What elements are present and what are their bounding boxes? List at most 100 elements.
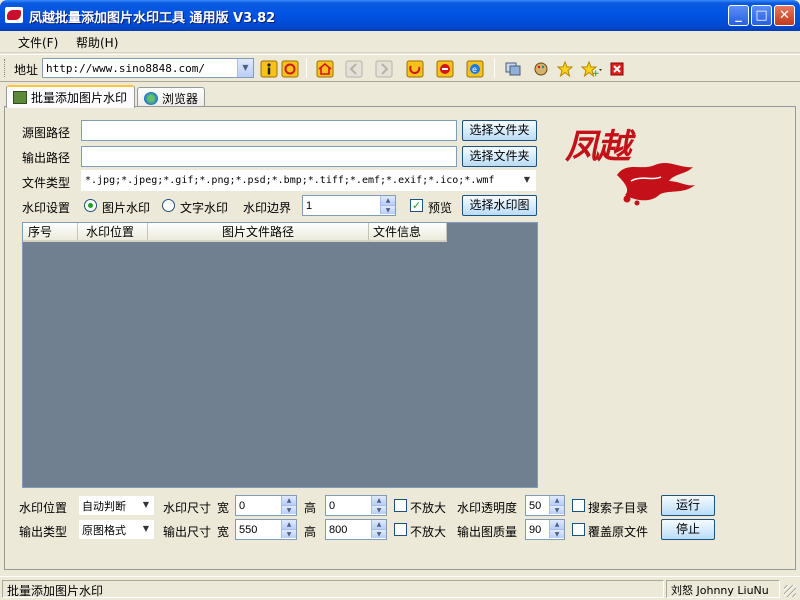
window-button[interactable] xyxy=(502,57,524,79)
chevron-down-icon[interactable]: ▼ xyxy=(519,171,535,190)
menu-help[interactable]: 帮助(H) xyxy=(76,34,118,51)
out-width-input[interactable] xyxy=(236,520,280,539)
watermark-border-input[interactable] xyxy=(303,196,379,215)
maximize-button[interactable]: □ xyxy=(751,5,772,26)
output-type-value[interactable] xyxy=(79,520,139,539)
spin-down-icon[interactable]: ▼ xyxy=(371,505,386,514)
choose-source-folder-button[interactable]: 选择文件夹 xyxy=(462,120,537,141)
tab-browser-label: 浏览器 xyxy=(162,92,199,106)
close-button[interactable]: ✕ xyxy=(774,5,795,26)
opacity-input[interactable] xyxy=(526,496,550,515)
reload-button[interactable] xyxy=(404,57,426,79)
spin-down-icon[interactable]: ▼ xyxy=(549,529,564,538)
wm-position-label: 水印位置 xyxy=(19,501,68,515)
tools-button[interactable] xyxy=(530,57,552,79)
choose-output-folder-button[interactable]: 选择文件夹 xyxy=(462,146,537,167)
out-height-spinner[interactable]: ▲▼ xyxy=(325,519,387,540)
watermark-border-spinner[interactable]: ▲▼ xyxy=(302,195,396,216)
out-no-enlarge-checkbox[interactable] xyxy=(394,523,407,536)
output-path-box[interactable] xyxy=(81,146,457,167)
wm-width-spinner[interactable]: ▲▼ xyxy=(235,495,297,516)
home-button[interactable] xyxy=(314,57,336,79)
preview-checkbox[interactable]: ✓ xyxy=(410,199,423,212)
stop-button[interactable] xyxy=(434,57,456,79)
wm-height-input[interactable] xyxy=(326,496,370,515)
column-header-path[interactable]: 图片文件路径 xyxy=(148,223,369,242)
arrow-left-icon xyxy=(345,60,363,77)
out-height-input[interactable] xyxy=(326,520,370,539)
spin-down-icon[interactable]: ▼ xyxy=(371,529,386,538)
image-watermark-radio[interactable] xyxy=(84,199,97,212)
wm-height-spinner[interactable]: ▲▼ xyxy=(325,495,387,516)
wm-no-enlarge-checkbox[interactable] xyxy=(394,499,407,512)
spin-up-icon[interactable]: ▲ xyxy=(371,520,386,529)
preview-label[interactable]: 预览 xyxy=(428,199,452,216)
minimize-button[interactable]: _ xyxy=(728,5,749,26)
close-icon xyxy=(610,62,624,75)
toolbar-grip[interactable] xyxy=(4,59,7,77)
output-path-input[interactable] xyxy=(82,147,456,166)
quality-spinner[interactable]: ▲▼ xyxy=(525,519,565,540)
spin-down-icon[interactable]: ▼ xyxy=(281,529,296,538)
file-type-input[interactable] xyxy=(82,171,518,190)
resize-grip[interactable] xyxy=(784,585,796,597)
source-path-box[interactable] xyxy=(81,120,457,141)
address-input[interactable] xyxy=(43,59,233,77)
image-watermark-label[interactable]: 图片水印 xyxy=(102,199,150,216)
output-type-select[interactable]: ▼ xyxy=(78,519,155,540)
menu-bar: 文件(F) 帮助(H) xyxy=(0,31,800,53)
wm-position-select[interactable]: ▼ xyxy=(78,495,155,516)
spin-up-icon[interactable]: ▲ xyxy=(281,520,296,529)
search-subdir-checkbox[interactable] xyxy=(572,499,585,512)
address-combo[interactable]: ▼ xyxy=(42,58,254,78)
go-button[interactable] xyxy=(258,57,280,79)
add-favorite-button[interactable]: + xyxy=(578,57,606,79)
watermark-border-label: 水印边界 xyxy=(243,201,292,215)
column-header-position[interactable]: 水印位置 xyxy=(78,223,148,242)
choose-watermark-button[interactable]: 选择水印图 xyxy=(462,195,537,216)
opacity-spinner[interactable]: ▲▼ xyxy=(525,495,565,516)
column-header-index[interactable]: 序号 xyxy=(23,223,78,242)
spin-down-icon[interactable]: ▼ xyxy=(380,205,395,214)
forward-button[interactable] xyxy=(373,57,395,79)
back-button[interactable] xyxy=(343,57,365,79)
wm-no-enlarge-label[interactable]: 不放大 xyxy=(410,499,446,516)
chevron-down-icon[interactable]: ▼ xyxy=(138,520,154,539)
run-button[interactable]: 运行 xyxy=(661,495,715,516)
output-path-label: 输出路径 xyxy=(22,151,71,165)
spin-down-icon[interactable]: ▼ xyxy=(281,505,296,514)
spin-up-icon[interactable]: ▲ xyxy=(380,196,395,205)
search-subdir-label[interactable]: 搜索子目录 xyxy=(588,499,648,516)
out-no-enlarge-label[interactable]: 不放大 xyxy=(410,523,446,540)
tab-watermark[interactable]: 批量添加图片水印 xyxy=(6,85,135,108)
chevron-down-icon[interactable]: ▼ xyxy=(237,59,253,77)
file-type-combo[interactable]: ▼ xyxy=(81,170,536,191)
status-bar: 批量添加图片水印 刘怒 Johnny LiuNu xyxy=(0,576,800,600)
refresh-button[interactable] xyxy=(279,57,301,79)
wm-position-value[interactable] xyxy=(79,496,139,515)
tab-browser[interactable]: 浏览器 xyxy=(137,87,205,108)
spin-up-icon[interactable]: ▲ xyxy=(371,496,386,505)
text-watermark-radio[interactable] xyxy=(162,199,175,212)
spin-up-icon[interactable]: ▲ xyxy=(549,520,564,529)
title-bar[interactable]: 凤越批量添加图片水印工具 通用版 V3.82 _ □ ✕ xyxy=(0,0,800,31)
overwrite-label[interactable]: 覆盖原文件 xyxy=(588,523,648,540)
delete-button[interactable] xyxy=(606,57,628,79)
menu-file[interactable]: 文件(F) xyxy=(18,34,58,51)
file-list[interactable]: 序号 水印位置 图片文件路径 文件信息 xyxy=(22,222,538,488)
quality-input[interactable] xyxy=(526,520,550,539)
wm-width-input[interactable] xyxy=(236,496,280,515)
source-path-input[interactable] xyxy=(82,121,456,140)
chevron-down-icon[interactable]: ▼ xyxy=(138,496,154,515)
favorites-button[interactable] xyxy=(554,57,576,79)
stop-run-button[interactable]: 停止 xyxy=(661,519,715,540)
out-width-spinner[interactable]: ▲▼ xyxy=(235,519,297,540)
spin-up-icon[interactable]: ▲ xyxy=(281,496,296,505)
ie-button[interactable]: e xyxy=(464,57,486,79)
column-header-info[interactable]: 文件信息 xyxy=(369,223,447,242)
spin-up-icon[interactable]: ▲ xyxy=(549,496,564,505)
file-type-label: 文件类型 xyxy=(22,176,71,190)
overwrite-checkbox[interactable] xyxy=(572,523,585,536)
spin-down-icon[interactable]: ▼ xyxy=(549,505,564,514)
text-watermark-label[interactable]: 文字水印 xyxy=(180,199,228,216)
